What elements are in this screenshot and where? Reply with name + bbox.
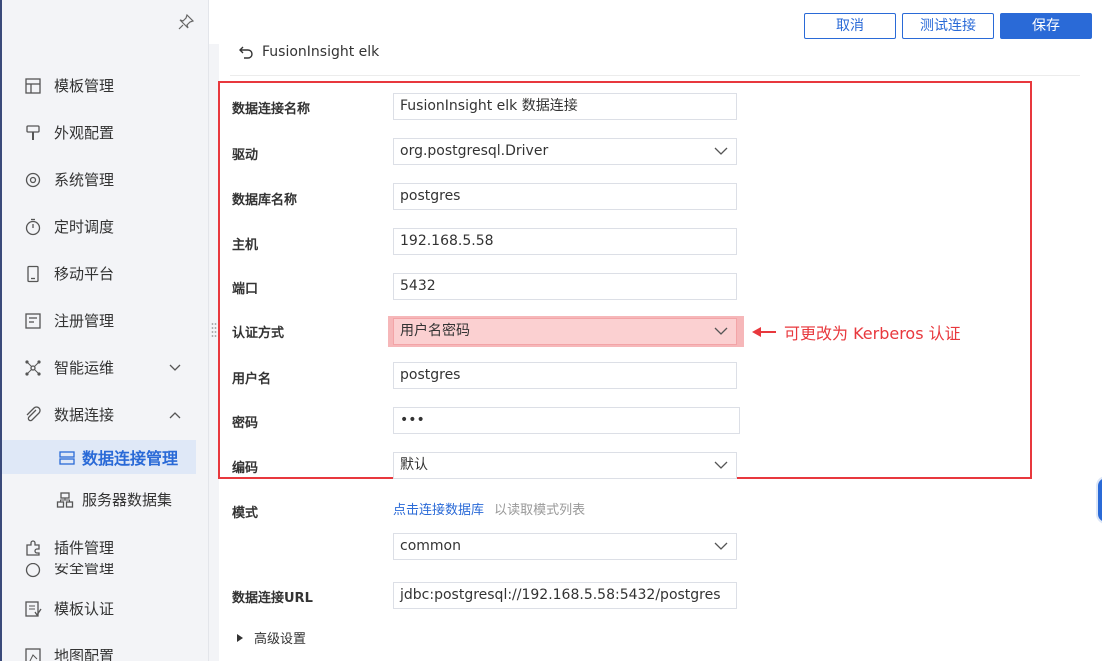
- db-name-label: 数据库名称: [232, 193, 298, 208]
- schema-label: 模式: [232, 506, 259, 521]
- db-connection-icon: [59, 451, 75, 465]
- driver-select[interactable]: org.postgresql.Driver: [393, 138, 737, 165]
- server-dataset-icon: [56, 492, 74, 508]
- sidebar-item-appearance[interactable]: 外观配置: [0, 112, 208, 152]
- template-icon: [25, 78, 41, 94]
- cancel-button[interactable]: 取消: [804, 13, 896, 39]
- arrow-left-icon: [752, 327, 776, 337]
- sidebar-item-label: 安全管理: [54, 563, 115, 577]
- advanced-settings-toggle[interactable]: 高级设置: [236, 628, 306, 647]
- register-icon: [25, 313, 41, 329]
- port-label: 端口: [232, 282, 259, 297]
- pin-icon[interactable]: [178, 14, 194, 30]
- password-input[interactable]: •••: [393, 407, 740, 434]
- sidebar-item-label: 外观配置: [54, 123, 115, 142]
- sidebar-item-label: 数据连接: [54, 405, 115, 424]
- username-input[interactable]: postgres: [393, 362, 737, 389]
- advanced-settings-label: 高级设置: [254, 632, 307, 647]
- schema-value: common: [400, 538, 461, 554]
- encoding-select[interactable]: 默认: [393, 452, 737, 479]
- shield-icon: [25, 563, 41, 578]
- sidebar-item-data-connection[interactable]: 数据连接: [0, 394, 208, 434]
- auth-value: 用户名密码: [400, 323, 470, 339]
- floating-help-button[interactable]: [1096, 476, 1102, 524]
- sidebar-item-label: 地图配置: [54, 646, 115, 661]
- auth-select[interactable]: 用户名密码: [393, 318, 737, 345]
- sidebar-item-register[interactable]: 注册管理: [0, 300, 208, 340]
- back-arrow-icon[interactable]: [238, 44, 254, 60]
- sidebar-item-label: 插件管理: [54, 538, 115, 557]
- link-icon: [26, 406, 41, 422]
- url-label: 数据连接URL: [232, 591, 313, 606]
- sidebar-item-server-dataset[interactable]: 服务器数据集: [0, 479, 208, 519]
- host-input[interactable]: 192.168.5.58: [393, 228, 737, 255]
- chevron-up-icon: [169, 412, 181, 419]
- mobile-icon: [27, 265, 39, 283]
- chevron-down-icon: [169, 364, 181, 371]
- gear-icon: [25, 172, 41, 188]
- sidebar-item-label: 智能运维: [54, 358, 115, 377]
- driver-label: 驱动: [232, 148, 259, 163]
- sidebar-item-label: 服务器数据集: [82, 490, 173, 509]
- save-button[interactable]: 保存: [1000, 13, 1092, 39]
- content-gutter-right: [1081, 44, 1102, 661]
- test-connection-button[interactable]: 测试连接: [902, 13, 994, 39]
- encoding-label: 编码: [232, 461, 259, 476]
- sidebar-item-label: 模板认证: [54, 599, 115, 618]
- sidebar-item-smart-ops[interactable]: 智能运维: [0, 347, 208, 387]
- sidebar-item-template-management[interactable]: 模板管理: [0, 65, 208, 105]
- map-icon: [25, 648, 41, 661]
- connect-db-link[interactable]: 点击连接数据库: [393, 503, 484, 518]
- conn-name-label: 数据连接名称: [232, 102, 311, 117]
- conn-name-input[interactable]: FusionInsight elk 数据连接: [393, 93, 737, 120]
- timer-icon: [25, 218, 41, 236]
- password-label: 密码: [232, 416, 259, 431]
- chevron-down-icon: [714, 461, 728, 469]
- caret-right-icon: [237, 633, 243, 642]
- sidebar: 模板管理 外观配置 系统管理 定时调度 移动平台 注册管理 智能运维 数据连接 …: [0, 0, 209, 661]
- page-title: FusionInsight elk: [262, 44, 380, 60]
- kerberos-annotation: 可更改为 Kerberos 认证: [752, 320, 961, 344]
- cert-icon: [25, 601, 42, 617]
- plugin-icon: [26, 540, 40, 556]
- sidebar-item-schedule[interactable]: 定时调度: [0, 206, 208, 246]
- ops-icon: [25, 360, 41, 376]
- sidebar-item-data-connection-management[interactable]: 数据连接管理: [2, 440, 196, 474]
- chevron-down-icon: [714, 542, 728, 550]
- annotation-text: 可更改为 Kerberos 认证: [784, 324, 961, 343]
- divider: [230, 75, 1080, 76]
- sidebar-item-label: 模板管理: [54, 76, 115, 95]
- schema-select[interactable]: common: [393, 533, 737, 560]
- sidebar-item-label: 注册管理: [54, 311, 115, 330]
- encoding-value: 默认: [400, 457, 428, 473]
- sidebar-item-label: 数据连接管理: [82, 449, 179, 468]
- sidebar-item-map[interactable]: 地图配置: [0, 635, 208, 661]
- sidebar-item-mobile[interactable]: 移动平台: [0, 253, 208, 293]
- sidebar-item-label: 系统管理: [54, 170, 115, 189]
- username-label: 用户名: [232, 372, 272, 387]
- auth-label: 认证方式: [232, 326, 285, 341]
- chevron-down-icon: [714, 147, 728, 155]
- host-label: 主机: [232, 238, 259, 253]
- driver-value: org.postgresql.Driver: [400, 143, 549, 159]
- resize-handle-icon[interactable]: [211, 322, 217, 340]
- sidebar-item-template-cert[interactable]: 模板认证: [0, 588, 208, 628]
- chevron-down-icon: [714, 327, 728, 335]
- url-input[interactable]: jdbc:postgresql://192.168.5.58:5432/post…: [393, 582, 737, 609]
- schema-hint: 以读取模式列表: [494, 503, 586, 518]
- sidebar-item-system[interactable]: 系统管理: [0, 159, 208, 199]
- sidebar-item-security[interactable]: 安全管理: [0, 563, 208, 585]
- port-input[interactable]: 5432: [393, 273, 737, 300]
- sidebar-item-label: 移动平台: [54, 264, 115, 283]
- brush-icon: [26, 125, 40, 140]
- db-name-input[interactable]: postgres: [393, 183, 737, 210]
- sidebar-item-label: 定时调度: [54, 217, 115, 236]
- sidebar-item-plugin[interactable]: 插件管理: [0, 527, 208, 567]
- schema-hint-row: 点击连接数据库 以读取模式列表: [393, 499, 585, 518]
- page-header: FusionInsight elk: [238, 42, 379, 62]
